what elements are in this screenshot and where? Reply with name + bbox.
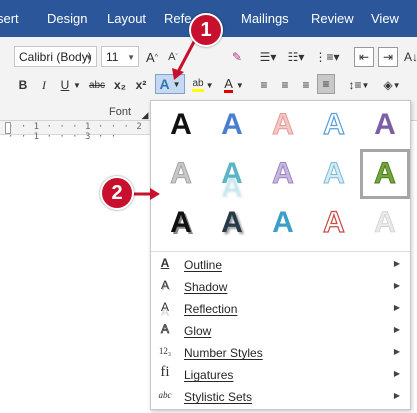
menu-item-number-styles[interactable]: 12₃ Number Styles ▶: [151, 342, 410, 364]
text-effects-button[interactable]: A ▼: [155, 74, 185, 94]
reflection-icon: A: [160, 300, 169, 314]
menu-item-shadow[interactable]: A Shadow ▶: [151, 276, 410, 298]
text-effect-teal-reflection[interactable]: A: [210, 152, 254, 196]
strikethrough-button[interactable]: abc: [86, 75, 108, 95]
ligatures-icon: fi: [160, 364, 170, 380]
chevron-right-icon: ▶: [393, 303, 400, 312]
menu-separator: [151, 251, 410, 252]
chevron-down-icon: ▼: [127, 53, 135, 62]
menu-item-stylistic-sets[interactable]: abc Stylistic Sets ▶: [151, 386, 410, 408]
ruler-marks: · · 1 · · · 1 · · · 2 · · · 1 · · · 3 · …: [8, 122, 156, 142]
text-effect-black-solid[interactable]: A: [159, 103, 203, 147]
superscript-button[interactable]: x²: [133, 75, 149, 95]
tab-insert[interactable]: sert: [0, 11, 19, 26]
chevron-down-icon: ▼: [85, 53, 93, 62]
numbering-icon[interactable]: ☷▾: [285, 47, 307, 67]
chevron-down-icon[interactable]: ▼: [72, 75, 82, 95]
chevron-right-icon: ▶: [393, 347, 400, 356]
shrink-font-icon[interactable]: Aˇ: [165, 47, 181, 67]
increase-indent-icon[interactable]: ⇥: [378, 47, 398, 67]
text-effect-purple-solid[interactable]: A: [363, 103, 407, 147]
horizontal-ruler: · · 1 · · · 1 · · · 2 · · · 1 · · · 3 · …: [0, 121, 157, 142]
text-effect-dark-teal-shadow[interactable]: A: [210, 201, 254, 245]
number-styles-icon: 12₃: [158, 346, 172, 356]
font-size-dropdown[interactable]: 11 ▼: [101, 46, 139, 67]
text-effect-faint-gray[interactable]: A: [363, 201, 407, 245]
glow-icon: A: [160, 322, 170, 337]
chevron-right-icon: ▶: [393, 369, 400, 378]
text-effects-dropdown: A A A A A A A A A A A A A A A A Outline …: [150, 100, 411, 410]
multilevel-list-icon[interactable]: ⋮≡▾: [314, 47, 339, 67]
menu-item-ligatures[interactable]: fi Ligatures ▶: [151, 364, 410, 386]
tab-references[interactable]: Refe: [164, 11, 191, 26]
text-effect-red-outline[interactable]: A: [312, 201, 356, 245]
align-center-icon[interactable]: ≡: [276, 75, 294, 95]
font-name-value: Calibri (Body): [19, 50, 92, 64]
tab-review[interactable]: Review: [311, 11, 354, 26]
shadow-icon: A: [160, 278, 169, 292]
chevron-right-icon: ▶: [393, 391, 400, 400]
text-effect-pink-outline[interactable]: A: [261, 103, 305, 147]
chevron-right-icon: ▶: [393, 259, 400, 268]
menu-item-label: Glow: [184, 324, 212, 338]
line-spacing-icon[interactable]: ↕≡ ▼: [346, 75, 372, 95]
menu-item-label: Number Styles: [184, 346, 263, 360]
tab-design[interactable]: Design: [47, 11, 87, 26]
font-name-dropdown[interactable]: Calibri (Body) ▼: [14, 46, 97, 67]
stylistic-sets-icon: abc: [158, 390, 172, 400]
decrease-indent-icon[interactable]: ⇤: [354, 47, 374, 67]
bullets-icon[interactable]: ☰▾: [257, 47, 279, 67]
text-effect-green-selected[interactable]: A: [360, 149, 410, 199]
text-effect-lavender-outline[interactable]: A: [261, 152, 305, 196]
text-effect-light-blue-outline[interactable]: A: [312, 152, 356, 196]
subscript-button[interactable]: x₂: [112, 75, 128, 95]
sort-icon[interactable]: A↓: [404, 47, 417, 67]
callout-badge-1: 1: [189, 13, 223, 47]
text-effects-gallery: A A A A A A A A A A A A A A A: [151, 101, 410, 251]
text-effect-cyan-solid[interactable]: A: [261, 201, 305, 245]
font-group-label: Font: [109, 106, 132, 118]
underline-button[interactable]: U: [58, 75, 72, 95]
grow-font-icon[interactable]: A ^: [144, 47, 160, 67]
align-right-icon[interactable]: ≡: [297, 75, 315, 95]
menu-item-label: Shadow: [184, 280, 228, 294]
font-size-value: 11: [106, 50, 119, 64]
text-effect-black-shadow[interactable]: A: [159, 201, 203, 245]
shading-icon[interactable]: ◈ ▼: [380, 75, 404, 95]
justify-icon[interactable]: ≡: [317, 74, 335, 94]
callout-badge-2: 2: [100, 176, 134, 210]
outline-icon: A: [160, 256, 170, 270]
text-effect-white-blue-outline[interactable]: A: [312, 103, 356, 147]
font-color-icon[interactable]: A ▼: [221, 75, 247, 95]
indent-marker[interactable]: [5, 122, 11, 134]
chevron-right-icon: ▶: [393, 281, 400, 290]
menu-item-outline[interactable]: A Outline ▶: [151, 254, 410, 276]
tab-view[interactable]: View: [371, 11, 399, 26]
menu-item-label: Reflection: [184, 302, 238, 316]
text-effect-gray-light[interactable]: A: [159, 152, 203, 196]
text-effect-blue-solid[interactable]: A: [210, 103, 254, 147]
tab-mailings[interactable]: Mailings: [241, 11, 289, 26]
bold-button[interactable]: B: [16, 75, 30, 95]
align-left-icon[interactable]: ≡: [255, 75, 273, 95]
menu-item-glow[interactable]: A Glow ▶: [151, 320, 410, 342]
menu-item-label: Outline: [184, 258, 223, 272]
italic-button[interactable]: I: [37, 75, 51, 95]
highlight-color-icon[interactable]: ab ▼: [189, 75, 217, 95]
clear-formatting-icon[interactable]: ✎: [228, 47, 246, 67]
menu-item-label: Ligatures: [184, 368, 234, 382]
chevron-right-icon: ▶: [393, 325, 400, 334]
menu-item-reflection[interactable]: A Reflection ▶: [151, 298, 410, 320]
menu-item-label: Stylistic Sets: [184, 390, 253, 404]
tab-layout[interactable]: Layout: [107, 11, 146, 26]
